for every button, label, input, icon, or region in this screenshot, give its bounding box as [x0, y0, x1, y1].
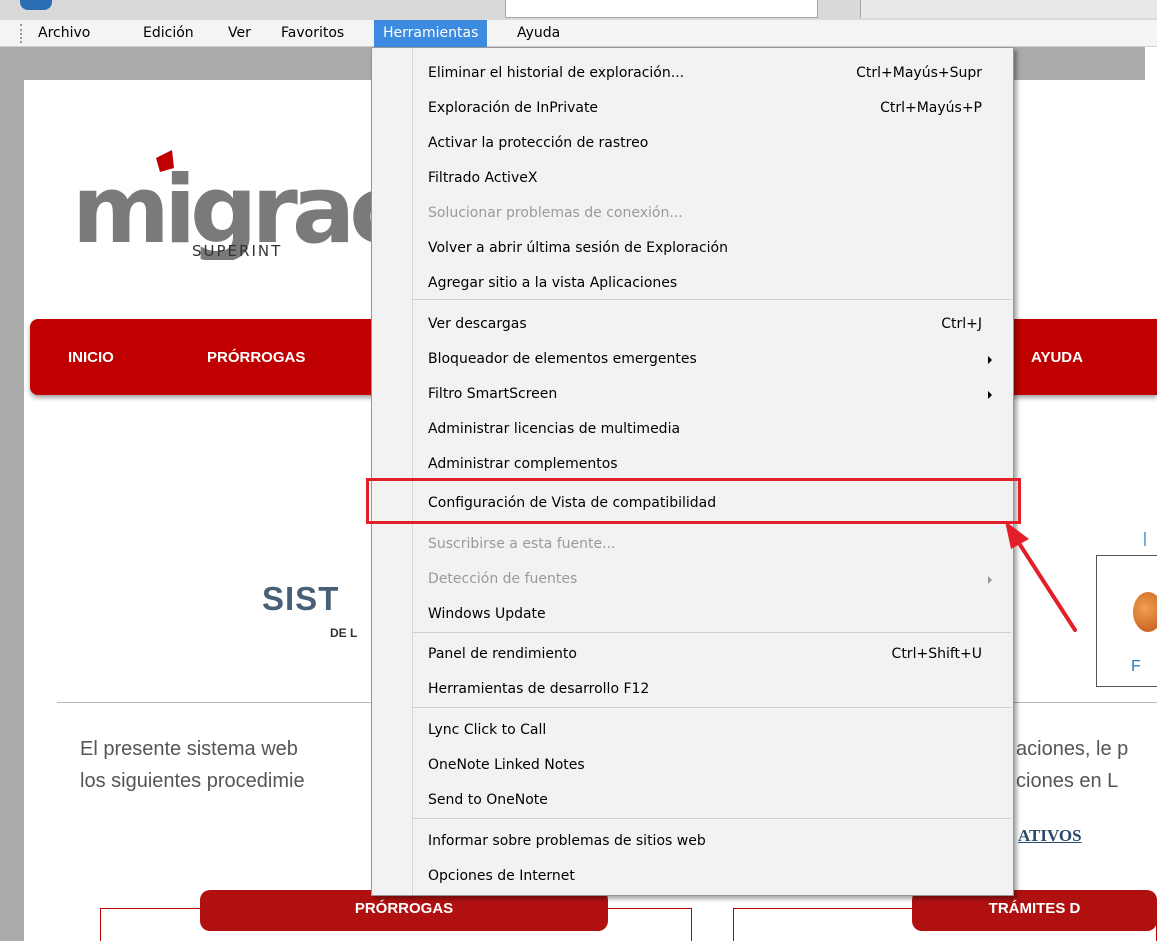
side-panel-label: F [1131, 658, 1141, 675]
menu-item-label: Suscribirse a esta fuente... [428, 536, 616, 552]
menu-item-label: OneNote Linked Notes [428, 757, 585, 773]
system-subtitle: DE L [330, 626, 358, 640]
menu-item-inprivate[interactable]: Exploración de InPrivate Ctrl+Mayús+P [373, 91, 1012, 126]
menu-item-label: Opciones de Internet [428, 868, 575, 884]
menu-item-label: Send to OneNote [428, 792, 548, 808]
nav-inicio[interactable]: INICIO [68, 349, 114, 366]
menu-item-label: Lync Click to Call [428, 722, 547, 738]
intro-line-2: los siguientes procedimie [80, 770, 305, 792]
menu-item-label: Filtro SmartScreen [428, 386, 558, 402]
menu-item-label: Bloqueador de elementos emergentes [428, 351, 697, 367]
menu-item-agregar-aplicaciones[interactable]: Agregar sitio a la vista Aplicaciones [373, 266, 1012, 301]
tab-strip[interactable] [860, 0, 1157, 18]
nav-prorrogas[interactable]: PRÓRROGAS [207, 349, 305, 366]
prorrogas-tab[interactable]: PRÓRROGAS [200, 890, 608, 931]
menu-item-shortcut: Ctrl+Mayús+Supr [856, 65, 982, 81]
menu-item-windows-update[interactable]: Windows Update [373, 597, 1012, 632]
menu-archivo[interactable]: Archivo [29, 20, 99, 47]
logo-subtitle: SUPERINT [192, 242, 283, 260]
browser-icon [20, 0, 52, 10]
menu-item-shortcut: Ctrl+Mayús+P [880, 100, 982, 116]
menu-item-label: Exploración de InPrivate [428, 100, 599, 116]
tramites-tab[interactable]: TRÁMITES D [912, 890, 1157, 931]
menu-item-label: Filtrado ActiveX [428, 170, 538, 186]
menu-item-label: Solucionar problemas de conexión... [428, 205, 683, 221]
title-bar [0, 0, 1157, 20]
menu-item-label: Windows Update [428, 606, 546, 622]
menu-item-label: Ver descargas [428, 316, 527, 332]
menu-item-suscribirse-fuente: Suscribirse a esta fuente... [373, 527, 1012, 562]
submenu-arrow-icon [988, 356, 992, 364]
menu-item-panel-rendimiento[interactable]: Panel de rendimiento Ctrl+Shift+U [373, 637, 1012, 672]
nav-ayuda[interactable]: AYUDA [1031, 349, 1083, 366]
menu-item-proteccion-rastreo[interactable]: Activar la protección de rastreo [373, 126, 1012, 161]
menu-ver[interactable]: Ver [219, 20, 260, 47]
tools-menu: Eliminar el historial de exploración... … [371, 47, 1014, 896]
side-panel-mark: | [1143, 530, 1147, 547]
menu-item-deteccion-fuentes: Detección de fuentes [373, 562, 1012, 597]
address-bar[interactable] [505, 0, 818, 18]
informativos-link[interactable]: ATIVOS [1018, 826, 1082, 846]
submenu-arrow-icon [988, 576, 992, 584]
menu-item-label: Herramientas de desarrollo F12 [428, 681, 650, 697]
menu-herramientas[interactable]: Herramientas [374, 20, 488, 47]
menu-item-smartscreen[interactable]: Filtro SmartScreen [373, 377, 1012, 412]
menu-item-onenote-linked-notes[interactable]: OneNote Linked Notes [373, 748, 1012, 783]
annotation-arrow-icon [1005, 521, 1077, 632]
menu-item-send-to-onenote[interactable]: Send to OneNote [373, 783, 1012, 818]
menu-item-label: Eliminar el historial de exploración... [428, 65, 685, 81]
menu-separator [413, 299, 1011, 300]
menu-item-bloqueador-emergentes[interactable]: Bloqueador de elementos emergentes [373, 342, 1012, 377]
menu-item-label: Informar sobre problemas de sitios web [428, 833, 706, 849]
menu-item-licencias-multimedia[interactable]: Administrar licencias de multimedia [373, 412, 1012, 447]
menu-item-label: Agregar sitio a la vista Aplicaciones [428, 275, 678, 291]
menu-item-shortcut: Ctrl+Shift+U [891, 646, 982, 662]
menu-edicion[interactable]: Edición [134, 20, 203, 47]
side-panel[interactable]: F [1096, 555, 1157, 687]
intro-line-1: El presente sistema web [80, 738, 298, 760]
menu-item-label: Panel de rendimiento [428, 646, 577, 662]
menu-item-label: Detección de fuentes [428, 571, 578, 587]
intro-line-1-right: aciones, le p [1016, 738, 1129, 760]
menu-item-ver-descargas[interactable]: Ver descargas Ctrl+J [373, 307, 1012, 342]
menu-item-shortcut: Ctrl+J [941, 316, 982, 332]
menu-separator [413, 818, 1011, 819]
menu-item-filtrado-activex[interactable]: Filtrado ActiveX [373, 161, 1012, 196]
menu-item-herramientas-f12[interactable]: Herramientas de desarrollo F12 [373, 672, 1012, 707]
menu-item-solucionar-problemas: Solucionar problemas de conexión... [373, 196, 1012, 231]
menu-favoritos[interactable]: Favoritos [272, 20, 353, 47]
menu-item-lync-click-to-call[interactable]: Lync Click to Call [373, 713, 1012, 748]
menu-item-administrar-complementos[interactable]: Administrar complementos [373, 447, 1012, 482]
submenu-arrow-icon [988, 391, 992, 399]
menu-item-eliminar-historial[interactable]: Eliminar el historial de exploración... … [373, 56, 1012, 91]
menu-item-label: Administrar licencias de multimedia [428, 421, 681, 437]
menu-item-informar-problemas[interactable]: Informar sobre problemas de sitios web [373, 824, 1012, 859]
intro-line-2-right: ciones en L [1016, 770, 1119, 792]
browser-logo-icon [1133, 592, 1157, 632]
system-title: SIST [262, 580, 340, 617]
menu-item-label: Volver a abrir última sesión de Explorac… [428, 240, 728, 256]
menu-grip [20, 24, 23, 43]
menu-separator [413, 707, 1011, 708]
annotation-highlight-box [366, 478, 1021, 524]
menu-item-opciones-internet[interactable]: Opciones de Internet [373, 859, 1012, 894]
window-frame [0, 47, 24, 941]
menu-item-label: Activar la protección de rastreo [428, 135, 649, 151]
menu-separator [413, 632, 1011, 633]
menu-bar: Archivo Edición Ver Favoritos Herramient… [0, 20, 1157, 47]
menu-item-reabrir-sesion[interactable]: Volver a abrir última sesión de Explorac… [373, 231, 1012, 266]
menu-item-label: Administrar complementos [428, 456, 618, 472]
menu-ayuda[interactable]: Ayuda [508, 20, 569, 47]
page-edge [1145, 47, 1157, 941]
